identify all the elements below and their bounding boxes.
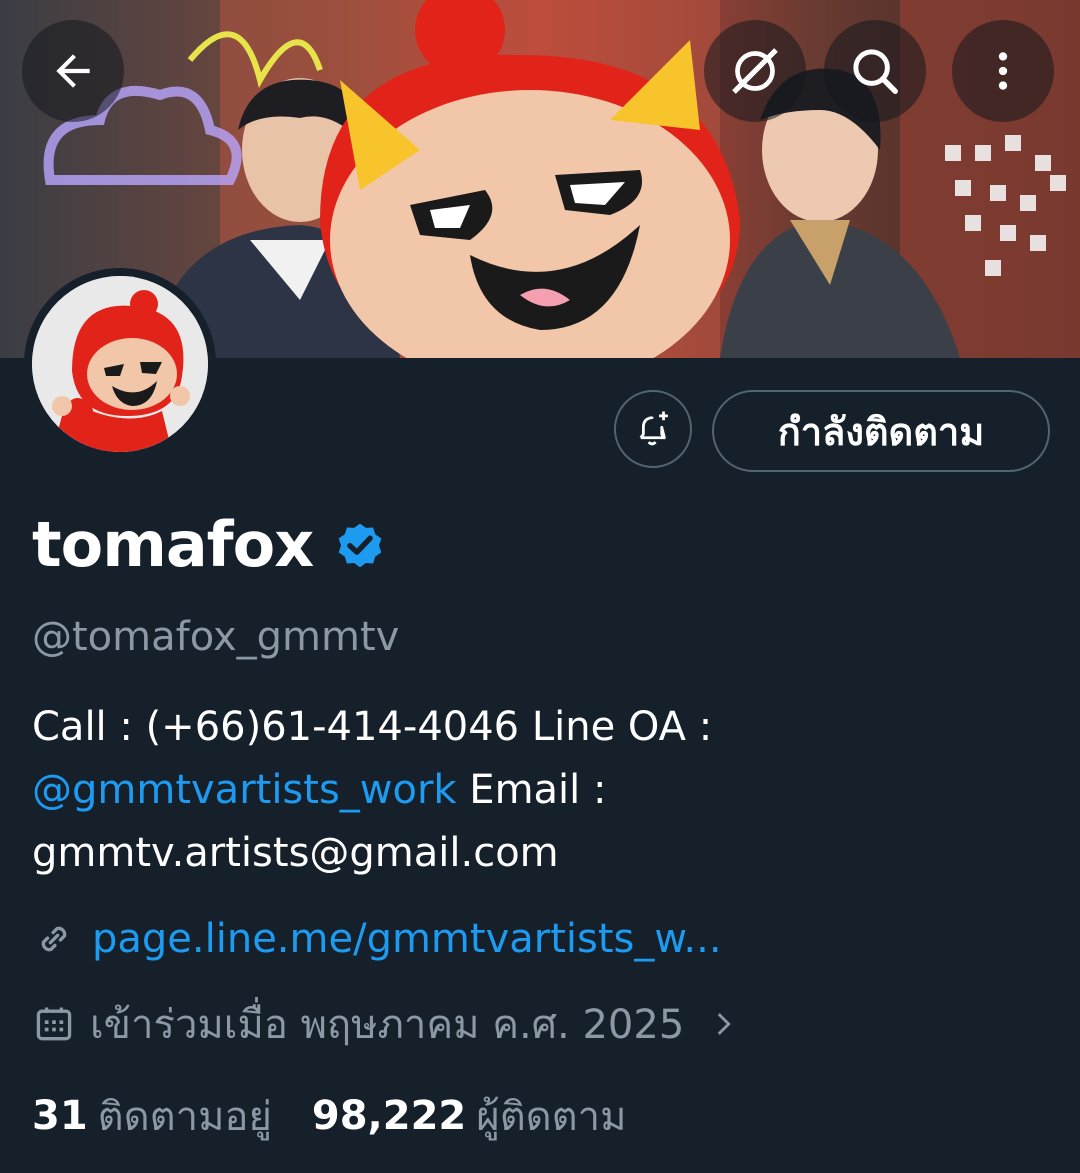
display-name-text: tomafox	[32, 508, 314, 581]
followers-stat[interactable]: 98,222 ผู้ติดตาม	[312, 1084, 627, 1148]
search-icon	[853, 49, 898, 94]
joined-date: เข้าร่วมเมื่อ พฤษภาคม ค.ศ. 2025	[90, 1002, 685, 1048]
back-button[interactable]	[22, 20, 124, 122]
avatar-frame	[24, 268, 216, 460]
more-vertical-icon	[998, 52, 1008, 90]
profile-website-link[interactable]: page.line.me/gmmtvartists_w...	[92, 916, 722, 962]
grok-icon	[732, 48, 778, 94]
grok-button[interactable]	[704, 20, 806, 122]
verified-badge-icon[interactable]	[333, 518, 387, 572]
following-stat[interactable]: 31 ติดตามอยู่	[32, 1084, 272, 1148]
link-icon	[41, 926, 67, 952]
search-button[interactable]	[824, 20, 926, 122]
joined-date-row[interactable]: เข้าร่วมเมื่อ พฤษภาคม ค.ศ. 2025	[32, 992, 740, 1056]
more-options-button[interactable]	[952, 20, 1054, 122]
calendar-icon	[36, 1007, 72, 1041]
chevron-right-icon	[718, 1013, 731, 1035]
bio-text-1: Call : (+66)61-414-4046 Line OA :	[32, 704, 713, 750]
bell-plus-icon	[639, 411, 668, 446]
notifications-button[interactable]	[614, 390, 692, 468]
followers-count: 98,222	[311, 1093, 467, 1139]
avatar[interactable]	[32, 276, 208, 452]
arrow-left-icon	[56, 54, 90, 88]
bio-mention-link[interactable]: @gmmtvartists_work	[32, 767, 457, 813]
following-button[interactable]: กำลังติดตาม	[712, 390, 1050, 472]
bio: Call : (+66)61-414-4046 Line OA : @gmmtv…	[32, 696, 1032, 885]
avatar-image	[32, 276, 208, 452]
following-label: ติดตามอยู่	[97, 1094, 272, 1140]
profile-link-row: page.line.me/gmmtvartists_w...	[32, 916, 722, 962]
user-handle: @tomafox_gmmtv	[32, 614, 400, 660]
followers-label: ผู้ติดตาม	[476, 1094, 627, 1140]
display-name: tomafox	[32, 508, 387, 581]
follow-stats: 31 ติดตามอยู่ 98,222 ผู้ติดตาม	[32, 1084, 626, 1148]
following-count: 31	[32, 1093, 88, 1139]
